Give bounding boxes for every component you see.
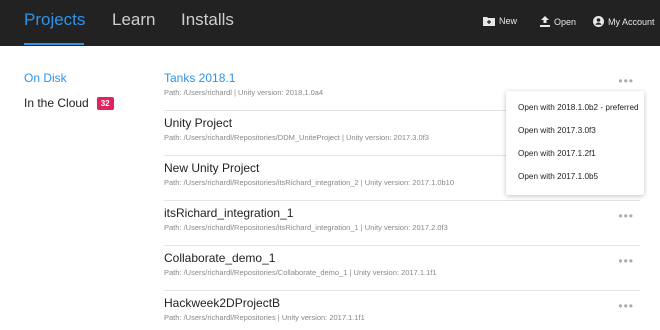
- tab-installs[interactable]: Installs: [181, 10, 234, 30]
- menu-item-open-with-2017-3-0f3[interactable]: Open with 2017.3.0f3: [518, 126, 596, 135]
- more-options-icon[interactable]: •••: [618, 209, 634, 223]
- project-row-collaborate-demo-1[interactable]: Collaborate_demo_1 Path: /Users/richardl…: [164, 246, 640, 291]
- new-folder-icon: [483, 16, 495, 26]
- open-project-button[interactable]: Open: [540, 16, 576, 27]
- project-meta: Path: /Users/richardl/Repositories/DDM_U…: [164, 133, 429, 142]
- sidebar-item-label: In the Cloud: [24, 96, 89, 110]
- project-meta: Path: /Users/richardl/Repositories | Uni…: [164, 313, 365, 322]
- open-with-menu: Open with 2018.1.0b2 - preferred Open wi…: [506, 91, 644, 195]
- project-row-itsrichard-integration-1[interactable]: itsRichard_integration_1 Path: /Users/ri…: [164, 201, 640, 246]
- project-name: Collaborate_demo_1: [164, 251, 276, 265]
- project-name: New Unity Project: [164, 161, 260, 175]
- active-tab-indicator: [24, 43, 84, 45]
- project-row-hackweek2dprojectb[interactable]: Hackweek2DProjectB Path: /Users/richardl…: [164, 291, 640, 330]
- tab-learn[interactable]: Learn: [112, 10, 155, 30]
- more-options-icon[interactable]: •••: [618, 254, 634, 268]
- menu-item-open-with-2017-1-2f1[interactable]: Open with 2017.1.2f1: [518, 149, 596, 158]
- project-meta: Path: /Users/richardl/Repositories/Colla…: [164, 268, 437, 277]
- project-meta: Path: /Users/richardl/Repositories/itsRi…: [164, 178, 455, 187]
- my-account-button[interactable]: My Account: [593, 16, 655, 27]
- project-name: itsRichard_integration_1: [164, 206, 294, 220]
- account-label: My Account: [608, 16, 655, 27]
- project-meta: Path: /Users/richardl/Repositories/itsRi…: [164, 223, 448, 232]
- sidebar-item-label: On Disk: [24, 71, 67, 85]
- tab-projects[interactable]: Projects: [24, 10, 85, 30]
- menu-item-open-with-2017-1-0b5[interactable]: Open with 2017.1.0b5: [518, 172, 598, 181]
- top-navigation-bar: Projects Learn Installs New Open My Acco…: [0, 0, 660, 46]
- project-meta: Path: /Users/richardl | Unity version: 2…: [164, 88, 324, 97]
- more-options-icon[interactable]: •••: [618, 74, 634, 88]
- open-label: Open: [554, 16, 577, 27]
- more-options-icon[interactable]: •••: [618, 299, 634, 313]
- project-name: Hackweek2DProjectB: [164, 296, 281, 310]
- project-name: Unity Project: [164, 116, 233, 130]
- project-name: Tanks 2018.1: [164, 71, 236, 85]
- cloud-count-badge: 32: [96, 96, 114, 110]
- new-project-button[interactable]: New: [483, 16, 517, 26]
- new-label: New: [499, 16, 518, 26]
- menu-item-open-with-2018-1-0b2[interactable]: Open with 2018.1.0b2 - preferred: [518, 103, 639, 112]
- sidebar-item-on-disk[interactable]: On Disk: [24, 71, 67, 85]
- sidebar-item-in-the-cloud[interactable]: In the Cloud 32: [24, 96, 114, 110]
- account-icon: [593, 16, 604, 27]
- upload-icon: [540, 16, 550, 27]
